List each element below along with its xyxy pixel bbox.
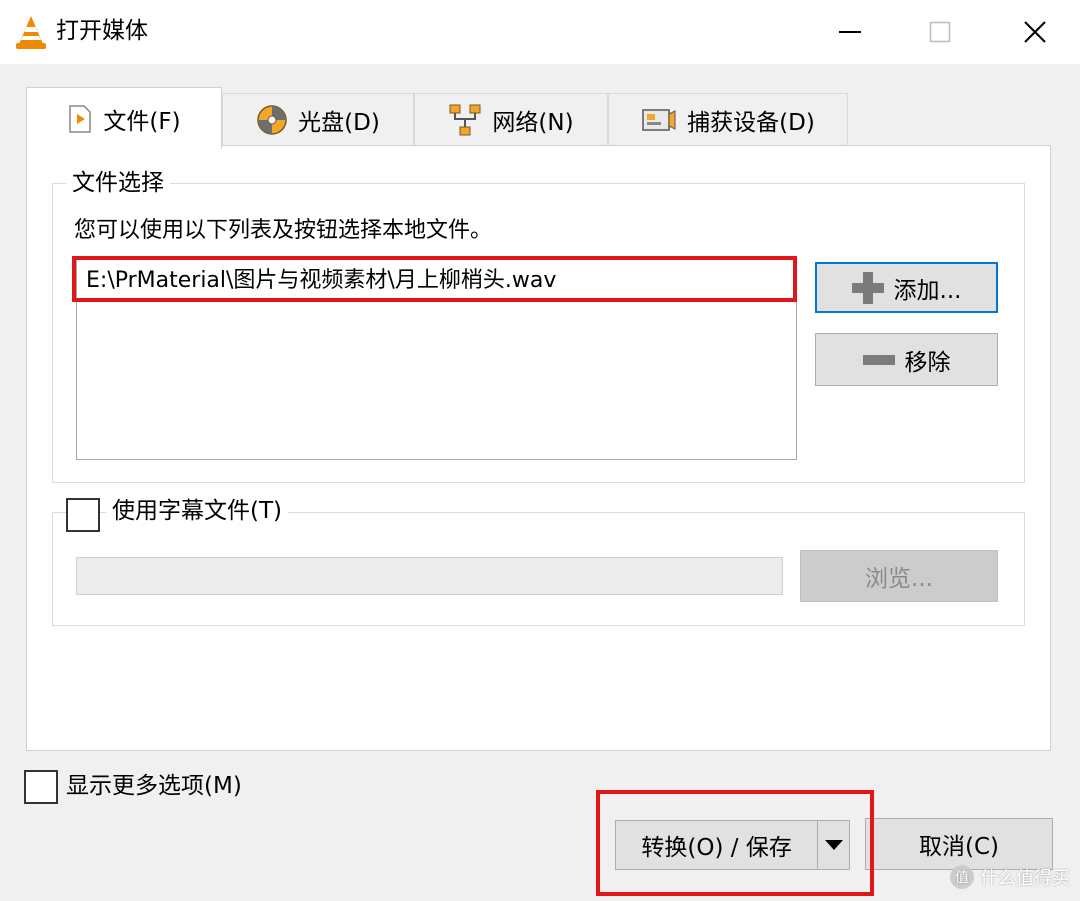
tab-capture-label: 捕获设备(D) [687,109,815,136]
subtitle-path-input [76,557,783,595]
vlc-cone-icon [14,14,48,50]
network-icon [449,104,481,135]
capture-device-icon [642,108,676,131]
add-button-label: 添加... [893,277,962,304]
tab-network-label: 网络(N) [492,109,574,136]
disc-icon [257,104,287,135]
tab-file-label: 文件(F) [103,108,181,135]
tab-file[interactable]: 文件(F) [26,87,222,149]
more-options-label[interactable]: 显示更多选项(M) [66,768,242,804]
more-options-checkbox[interactable] [24,770,58,804]
maximize-button[interactable] [900,0,980,64]
tab-capture-device[interactable]: 捕获设备(D) [608,93,848,145]
watermark: 值 什么值得买 [950,864,1070,890]
window-title: 打开媒体 [56,18,148,44]
watermark-text: 什么值得买 [980,868,1070,889]
remove-file-button[interactable]: 移除 [815,333,998,386]
file-play-icon [69,104,92,133]
minimize-button[interactable] [810,0,890,64]
tab-disc[interactable]: 光盘(D) [222,93,414,145]
minimize-icon [839,31,861,33]
remove-button-label: 移除 [904,349,951,376]
file-selection-hint: 您可以使用以下列表及按钮选择本地文件。 [74,218,493,243]
close-icon [1024,21,1046,43]
minus-icon [862,354,895,365]
plus-icon [851,271,884,304]
maximize-icon [929,21,951,43]
subtitle-label: 使用字幕文件(T) [106,496,288,526]
tab-disc-label: 光盘(D) [298,109,380,136]
subtitle-checkbox[interactable] [66,498,100,532]
watermark-badge: 值 [950,865,974,889]
tab-network[interactable]: 网络(N) [414,93,608,145]
highlight-box-file [72,256,797,302]
add-file-button[interactable]: 添加... [815,262,998,313]
file-selection-legend: 文件选择 [66,168,170,198]
browse-button: 浏览... [800,550,998,602]
close-button[interactable] [995,0,1075,64]
highlight-box-convert [596,790,874,896]
cancel-button[interactable]: 取消(C) [865,818,1053,870]
